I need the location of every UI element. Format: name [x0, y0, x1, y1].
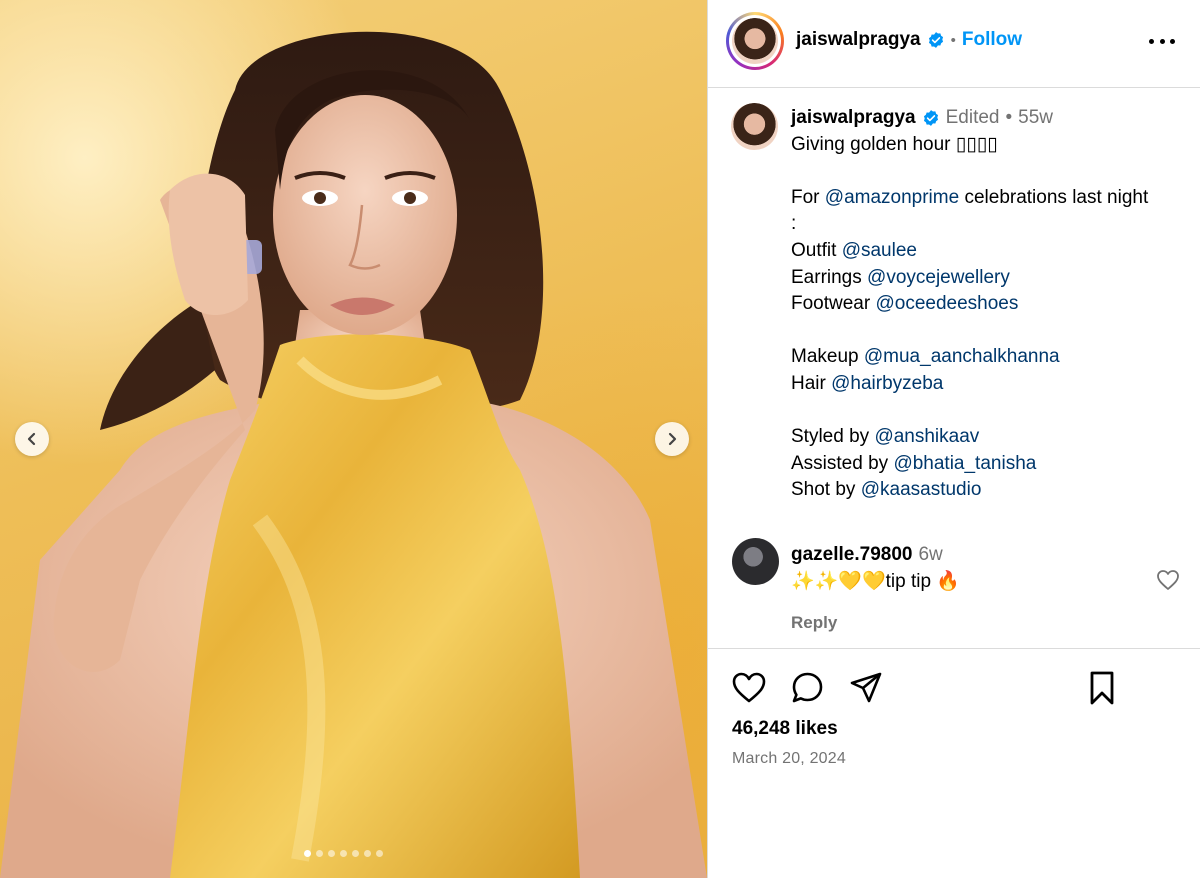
caption-line-text: [791, 160, 796, 181]
mention-link[interactable]: @oceedeeshoes: [875, 293, 1018, 314]
carousel-dot: [364, 850, 371, 857]
carousel-dot: [376, 850, 383, 857]
comment: gazelle.79800 6w ✨✨💛💛tip tip 🔥 Reply: [708, 538, 1200, 638]
caption-line-text: Hair: [791, 372, 832, 394]
comment-like-icon[interactable]: [1156, 569, 1180, 591]
caption-line: [791, 158, 1191, 185]
caption-line-text: Giving golden hour: [791, 133, 956, 155]
reply-button[interactable]: Reply: [791, 609, 960, 636]
caption-line-text: Earrings: [791, 266, 868, 288]
caption-line: [791, 398, 1191, 425]
caption-line: For @amazonprime celebrations last night: [791, 185, 1191, 212]
meta-dot: •: [1005, 107, 1013, 128]
carousel-dot: [328, 850, 335, 857]
heart-icon[interactable]: [731, 670, 767, 706]
chevron-left-icon: [27, 432, 36, 446]
mention-link[interactable]: @hairbyzeba: [831, 373, 943, 394]
carousel-dot: [304, 850, 311, 857]
caption-line: Outfit @saulee: [791, 238, 1191, 265]
avatar: [732, 18, 778, 64]
action-bar: [708, 666, 1200, 710]
verified-badge-icon: [928, 32, 943, 48]
caption-text: Giving golden hour ▯▯▯▯ For @amazonprime…: [791, 132, 1191, 504]
mention-link[interactable]: @voycejewellery: [867, 267, 1010, 288]
caption-line-text: Shot by: [791, 479, 861, 501]
caption-line-text: Footwear: [791, 293, 876, 315]
carousel-dot: [316, 850, 323, 857]
panel-divider: [707, 0, 708, 878]
caption-line-suffix: ▯▯▯▯: [955, 133, 998, 155]
caption-line: Styled by @anshikaav: [791, 424, 1191, 451]
story-ring[interactable]: [726, 12, 784, 70]
mention-link[interactable]: @bhatia_tanisha: [893, 453, 1036, 474]
mention-link[interactable]: @amazonprime: [825, 187, 959, 208]
caption-line-text: [791, 400, 796, 421]
likes-count[interactable]: 46,248 likes: [732, 718, 838, 740]
bookmark-icon[interactable]: [1084, 670, 1120, 706]
post-photo: [0, 31, 707, 878]
mention-link[interactable]: @anshikaav: [874, 426, 979, 447]
carousel-indicator: [304, 850, 383, 857]
share-icon[interactable]: [848, 670, 884, 706]
edited-label: Edited: [945, 107, 1000, 128]
header-separator: •: [950, 31, 956, 49]
post-header: jaiswalpragya • Follow: [708, 0, 1200, 88]
post-age[interactable]: 55w: [1018, 105, 1053, 132]
post-date: March 20, 2024: [732, 750, 846, 767]
carousel-dot: [340, 850, 347, 857]
mention-link[interactable]: @saulee: [842, 240, 917, 261]
caption-line: Makeup @mua_aanchalkhanna: [791, 344, 1191, 371]
more-dot: [1159, 38, 1165, 44]
carousel-dot: [352, 850, 359, 857]
caption-line: :: [791, 211, 1191, 238]
next-photo-button[interactable]: [655, 422, 689, 456]
verified-badge-icon: [923, 110, 938, 127]
comment-age: 6w: [918, 544, 943, 565]
caption-line-text: Outfit: [791, 239, 842, 261]
caption-username[interactable]: jaiswalpragya: [791, 105, 916, 132]
caption-line-suffix: celebrations last night: [959, 186, 1149, 208]
caption-line-text: [791, 320, 796, 341]
comment-icon[interactable]: [790, 670, 826, 706]
caption-line: Giving golden hour ▯▯▯▯: [791, 132, 1191, 159]
caption-line-text: Assisted by: [791, 452, 894, 474]
more-options-button[interactable]: [1149, 31, 1175, 51]
previous-photo-button[interactable]: [15, 422, 49, 456]
mention-link[interactable]: @mua_aanchalkhanna: [864, 346, 1060, 367]
more-dot: [1170, 38, 1175, 44]
caption-avatar[interactable]: [731, 103, 778, 150]
section-divider: [708, 648, 1200, 649]
more-dot: [1149, 38, 1154, 44]
caption-line: [791, 318, 1191, 345]
caption-line-text: Styled by: [791, 426, 875, 448]
post-media: [0, 0, 707, 878]
caption-line-text: Makeup: [791, 346, 864, 368]
caption-line: Assisted by @bhatia_tanisha: [791, 451, 1191, 478]
caption-line: Hair @hairbyzeba: [791, 371, 1191, 398]
mention-link[interactable]: @kaasastudio: [861, 479, 982, 500]
caption-line: Footwear @oceedeeshoes: [791, 291, 1191, 318]
header-username[interactable]: jaiswalpragya: [796, 29, 921, 51]
caption-line: Earrings @voycejewellery: [791, 265, 1191, 292]
follow-button[interactable]: Follow: [962, 29, 1022, 51]
caption-line: Shot by @kaasastudio: [791, 477, 1191, 504]
caption-line-text: :: [791, 213, 797, 235]
caption-line-text: For: [791, 186, 825, 208]
comment-avatar[interactable]: [732, 538, 779, 585]
chevron-right-icon: [668, 432, 677, 446]
comment-username[interactable]: gazelle.79800: [791, 541, 912, 568]
comment-text: ✨✨💛💛tip tip 🔥: [791, 571, 960, 592]
